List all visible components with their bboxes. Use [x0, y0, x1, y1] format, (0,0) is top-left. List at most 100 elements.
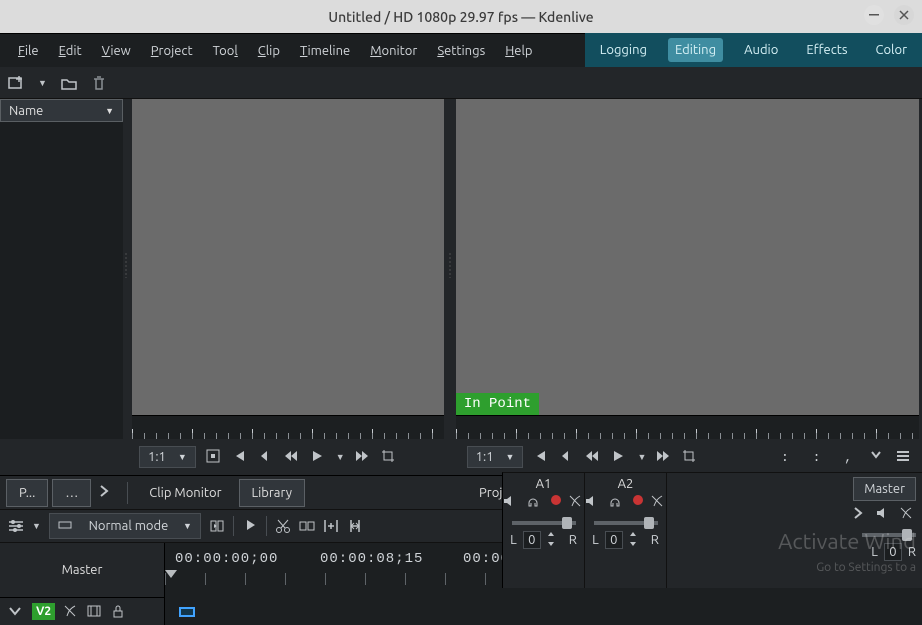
crop-icon[interactable]: [381, 449, 397, 465]
project-monitor-panel: In Point: [453, 99, 922, 439]
timecode-0: 00:00:00;00: [175, 551, 278, 567]
tab-p-truncated[interactable]: P...: [6, 479, 48, 507]
layout-audio[interactable]: Audio: [737, 38, 785, 62]
minimize-button[interactable]: [864, 5, 884, 25]
volume-slider[interactable]: [862, 533, 916, 537]
fx-icon[interactable]: [569, 495, 585, 511]
tab-library[interactable]: Library: [239, 479, 305, 507]
rewind-icon[interactable]: [284, 449, 300, 465]
project-monitor-view[interactable]: In Point: [456, 99, 919, 415]
clip-monitor-view[interactable]: [132, 99, 444, 415]
menu-edit[interactable]: Edit: [49, 38, 92, 64]
prev-frame-icon[interactable]: [559, 449, 575, 465]
chevron-down-icon[interactable]: [870, 449, 886, 465]
tab-clip-monitor[interactable]: Clip Monitor: [136, 479, 234, 507]
layout-color[interactable]: Color: [869, 38, 915, 62]
balance-value[interactable]: 0: [523, 531, 541, 549]
overwrite-zone-icon[interactable]: [347, 518, 363, 534]
group-icon[interactable]: [299, 518, 315, 534]
full-range-icon[interactable]: [206, 449, 222, 465]
timecode-sep: : : ,: [781, 450, 860, 465]
mixer-channel-a1[interactable]: A1 L 0 R: [503, 473, 585, 588]
speaker-icon[interactable]: [876, 507, 892, 523]
film-icon[interactable]: [87, 604, 103, 620]
delete-clip-icon[interactable]: [91, 75, 107, 91]
menu-clip[interactable]: Clip: [248, 38, 290, 64]
forward-icon[interactable]: [355, 449, 371, 465]
track-v2-badge: V2: [32, 603, 55, 620]
go-start-icon[interactable]: [232, 449, 248, 465]
play-timeline-icon[interactable]: [242, 518, 258, 534]
clip-monitor-ruler[interactable]: [132, 415, 444, 439]
cut-icon[interactable]: [275, 518, 291, 534]
track-config-icon[interactable]: [8, 518, 24, 534]
titlebar: Untitled / HD 1080p 29.97 fps — Kdenlive: [0, 0, 922, 33]
clip-monitor-controls: 1:1▼ ▼: [129, 439, 451, 475]
bin-toolbar: ▼: [0, 67, 922, 99]
lock-icon[interactable]: [111, 604, 127, 620]
crop-icon[interactable]: [682, 449, 698, 465]
project-monitor-ruler[interactable]: [456, 415, 919, 439]
audio-mixer: A1 L 0 R A2 L 0 R Master: [502, 472, 922, 588]
stepper-icon[interactable]: [629, 532, 645, 548]
mixer-master-label[interactable]: Master: [853, 477, 916, 501]
proj-zoom-select[interactable]: 1:1▼: [467, 446, 524, 468]
clip-monitor-panel: [129, 99, 447, 439]
timecode-1: 00:00:08;15: [320, 551, 423, 567]
hamburger-icon[interactable]: [896, 449, 912, 465]
layout-editing[interactable]: Editing: [668, 38, 723, 62]
balance-value[interactable]: 0: [884, 543, 902, 561]
menu-monitor[interactable]: Monitor: [360, 38, 427, 64]
forward-icon[interactable]: [656, 449, 672, 465]
menu-project[interactable]: Project: [141, 38, 203, 64]
tab-overflow[interactable]: …: [52, 479, 91, 507]
layout-effects[interactable]: Effects: [799, 38, 854, 62]
window-title: Untitled / HD 1080p 29.97 fps — Kdenlive: [328, 9, 593, 25]
mixer-channel-a2[interactable]: A2 L 0 R: [585, 473, 667, 588]
menu-timeline[interactable]: Timeline: [290, 38, 360, 64]
chevron-right-icon[interactable]: [852, 507, 868, 523]
track-head-v2[interactable]: V2: [0, 597, 164, 625]
speaker-icon[interactable]: [585, 495, 601, 511]
insert-zone-icon[interactable]: [323, 518, 339, 534]
in-point-label: In Point: [456, 393, 539, 415]
fx-icon[interactable]: [651, 495, 667, 511]
add-clip-icon[interactable]: [8, 75, 24, 91]
project-monitor-controls: 1:1▼ ▼ : : ,: [457, 439, 922, 475]
bin-tree-empty[interactable]: [0, 122, 123, 439]
playhead-marker[interactable]: [179, 607, 195, 617]
speaker-icon[interactable]: [503, 495, 519, 511]
fx-icon[interactable]: [63, 604, 79, 620]
headphone-icon[interactable]: [527, 495, 543, 511]
stepper-icon[interactable]: [547, 532, 563, 548]
fx-icon[interactable]: [900, 507, 916, 523]
headphone-icon[interactable]: [609, 495, 625, 511]
add-folder-icon[interactable]: [61, 75, 77, 91]
rewind-icon[interactable]: [585, 449, 601, 465]
edit-mode-select[interactable]: Normal mode ▼: [49, 513, 201, 539]
menu-help[interactable]: Help: [495, 38, 542, 64]
layout-logging[interactable]: Logging: [593, 38, 654, 62]
menu-settings[interactable]: Settings: [427, 38, 495, 64]
chevron-down-icon[interactable]: [8, 604, 24, 620]
record-dot-icon[interactable]: [633, 495, 643, 505]
play-icon[interactable]: [310, 449, 326, 465]
bin-column-name[interactable]: Name ▼: [0, 99, 123, 122]
prev-frame-icon[interactable]: [258, 449, 274, 465]
timeline-master-label[interactable]: Master: [0, 543, 164, 597]
chevron-right-icon[interactable]: [99, 485, 115, 501]
clip-zoom-select[interactable]: 1:1▼: [139, 446, 196, 468]
project-bin: Name ▼: [0, 99, 123, 439]
menu-view[interactable]: View: [92, 38, 141, 64]
volume-slider[interactable]: [512, 521, 576, 525]
menu-tool[interactable]: Tool: [203, 38, 248, 64]
volume-slider[interactable]: [594, 521, 658, 525]
compositing-icon[interactable]: [209, 518, 225, 534]
go-start-icon[interactable]: [533, 449, 549, 465]
play-icon[interactable]: [611, 449, 627, 465]
balance-value[interactable]: 0: [605, 531, 623, 549]
record-dot-icon[interactable]: [551, 495, 561, 505]
menu-file[interactable]: File: [8, 38, 49, 64]
close-button[interactable]: [894, 5, 914, 25]
mixer-master[interactable]: Master L 0 R: [667, 473, 922, 588]
